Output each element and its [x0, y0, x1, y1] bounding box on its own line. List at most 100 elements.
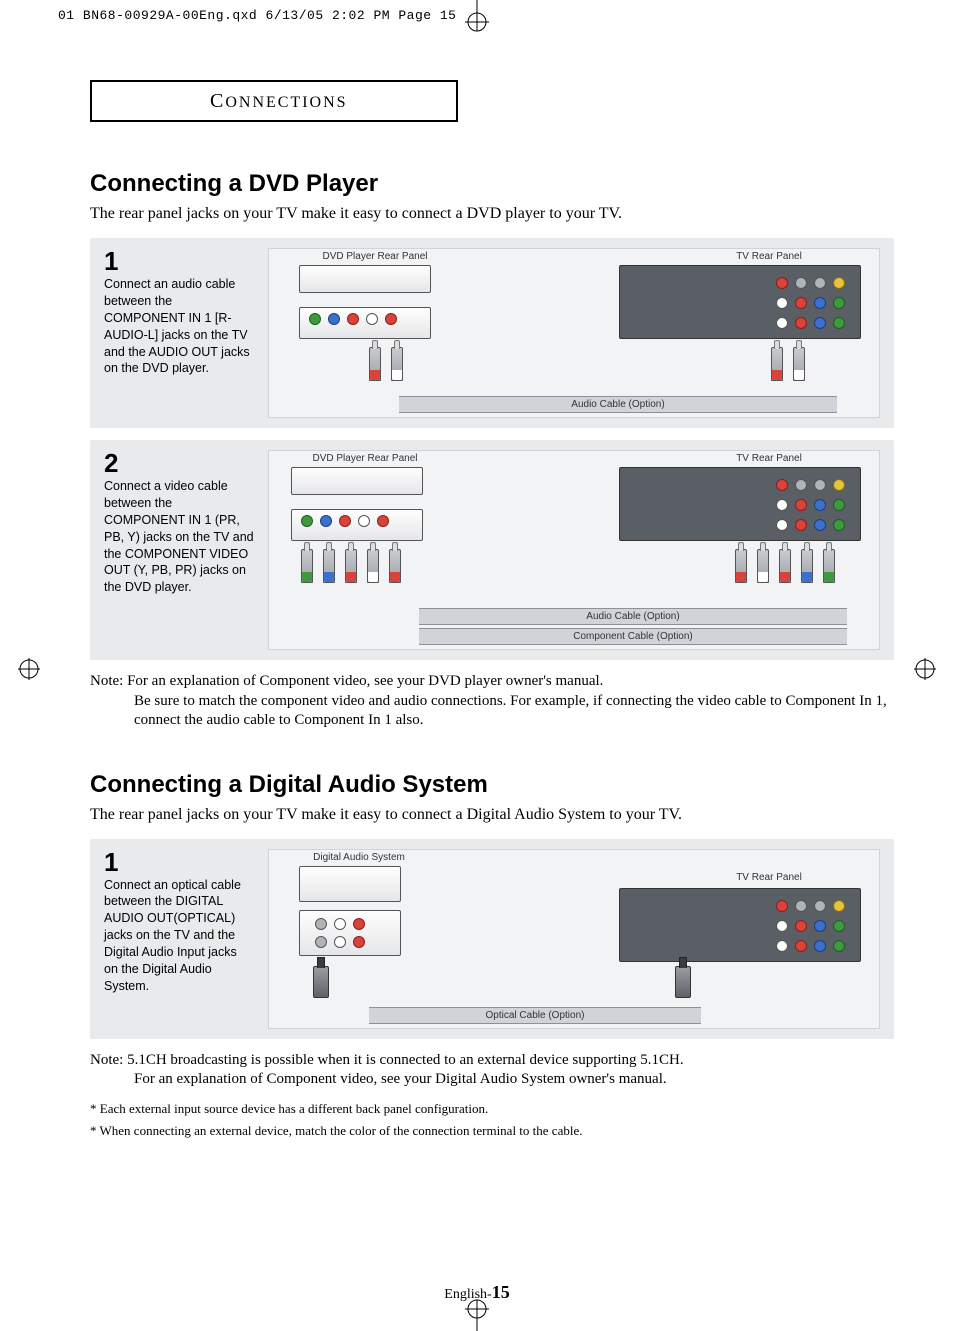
- file-slug: 01 BN68-00929A-00Eng.qxd 6/13/05 2:02 PM…: [58, 8, 456, 23]
- intro-das: The rear panel jacks on your TV make it …: [90, 805, 894, 825]
- section-tab: CONNECTIONS: [90, 80, 458, 122]
- das-step-1-diagram: Digital Audio System TV Rear Panel: [268, 849, 880, 1029]
- intro-dvd: The rear panel jacks on your TV make it …: [90, 204, 894, 224]
- step-number: 1: [104, 248, 254, 274]
- jack-icon: [776, 479, 788, 491]
- jack-icon: [347, 313, 359, 325]
- jack-icon: [833, 920, 845, 932]
- dvd-step-2-panel: 2 Connect a video cable between the COMP…: [90, 440, 894, 660]
- jack-icon: [833, 900, 845, 912]
- rca-plug-icon: [389, 549, 401, 583]
- jack-icon: [301, 515, 313, 527]
- jack-icon: [795, 519, 807, 531]
- jack-icon: [814, 317, 826, 329]
- section-tab-label: CONNECTIONS: [210, 90, 348, 113]
- jack-icon: [795, 499, 807, 511]
- das-unit-icon: [299, 866, 401, 902]
- jack-icon: [833, 940, 845, 952]
- jack-icon: [833, 317, 845, 329]
- jack-icon: [309, 313, 321, 325]
- jack-icon: [814, 297, 826, 309]
- rca-plug-icon: [823, 549, 835, 583]
- jack-icon: [833, 479, 845, 491]
- jack-icon: [795, 940, 807, 952]
- step-text: Connect an audio cable between the COMPO…: [104, 276, 254, 377]
- jack-icon: [776, 940, 788, 952]
- dvd-step-1-panel: 1 Connect an audio cable between the COM…: [90, 238, 894, 428]
- jack-icon: [776, 900, 788, 912]
- jack-icon: [776, 317, 788, 329]
- jack-icon: [814, 920, 826, 932]
- rca-plug-icon: [757, 549, 769, 583]
- rca-plug-icon: [323, 549, 335, 583]
- heading-das: Connecting a Digital Audio System: [90, 771, 894, 799]
- rca-plug-icon: [301, 549, 313, 583]
- jack-icon: [776, 920, 788, 932]
- jack-icon: [814, 479, 826, 491]
- page-number: English-15: [444, 1282, 509, 1303]
- jack-icon: [795, 297, 807, 309]
- heading-dvd: Connecting a DVD Player: [90, 170, 894, 198]
- jack-icon: [814, 900, 826, 912]
- rca-plug-icon: [793, 347, 805, 381]
- jack-icon: [795, 920, 807, 932]
- rca-plug-icon: [801, 549, 813, 583]
- cable-label-audio: Audio Cable (Option): [419, 608, 847, 625]
- footnote-1: * Each external input source device has …: [90, 1100, 894, 1118]
- das-step-1-panel: 1 Connect an optical cable between the D…: [90, 839, 894, 1039]
- jack-icon: [833, 277, 845, 289]
- das-jack-panel-icon: [299, 910, 401, 956]
- step-number: 1: [104, 849, 254, 875]
- rca-plug-icon: [369, 347, 381, 381]
- jack-icon: [334, 918, 346, 930]
- crop-mark-top: [457, 0, 497, 34]
- jack-icon: [814, 499, 826, 511]
- rca-plug-icon: [735, 549, 747, 583]
- jack-icon: [353, 936, 365, 948]
- jack-icon: [795, 900, 807, 912]
- registration-mark-right: [914, 658, 936, 680]
- jack-icon: [320, 515, 332, 527]
- dvd-unit-icon: [291, 467, 423, 495]
- jack-icon: [328, 313, 340, 325]
- rca-plug-icon: [771, 347, 783, 381]
- jack-icon: [385, 313, 397, 325]
- jack-icon: [776, 519, 788, 531]
- footnote-2: * When connecting an external device, ma…: [90, 1122, 894, 1140]
- dvd-step-1-diagram: DVD Player Rear Panel TV Rear Panel: [268, 248, 880, 418]
- note-dvd: Note: For an explanation of Component vi…: [90, 672, 894, 731]
- jack-icon: [795, 479, 807, 491]
- jack-icon: [833, 499, 845, 511]
- dvd-step-2-diagram: DVD Player Rear Panel TV Rear Panel: [268, 450, 880, 650]
- label-tv-rear: TV Rear Panel: [719, 872, 819, 883]
- label-tv-rear: TV Rear Panel: [719, 251, 819, 262]
- jack-icon: [795, 277, 807, 289]
- label-tv-rear: TV Rear Panel: [719, 453, 819, 464]
- jack-icon: [776, 297, 788, 309]
- jack-icon: [795, 317, 807, 329]
- jack-icon: [814, 940, 826, 952]
- jack-icon: [334, 936, 346, 948]
- cable-label-component: Component Cable (Option): [419, 628, 847, 645]
- jack-icon: [776, 277, 788, 289]
- jack-icon: [353, 918, 365, 930]
- step-text: Connect a video cable between the COMPON…: [104, 478, 254, 596]
- registration-mark-left: [18, 658, 40, 680]
- rca-plug-icon: [779, 549, 791, 583]
- jack-icon: [833, 519, 845, 531]
- jack-icon: [814, 277, 826, 289]
- rca-plug-icon: [391, 347, 403, 381]
- step-number: 2: [104, 450, 254, 476]
- jack-icon: [377, 515, 389, 527]
- optical-plug-icon: [313, 966, 329, 998]
- cable-label: Audio Cable (Option): [399, 396, 837, 413]
- dvd-unit-icon: [299, 265, 431, 293]
- rca-plug-icon: [367, 549, 379, 583]
- jack-icon: [358, 515, 370, 527]
- jack-icon: [339, 515, 351, 527]
- jack-icon: [315, 936, 327, 948]
- note-das: Note: 5.1CH broadcasting is possible whe…: [90, 1051, 894, 1090]
- label-dvd-rear: DVD Player Rear Panel: [315, 251, 435, 262]
- rca-plug-icon: [345, 549, 357, 583]
- label-das: Digital Audio System: [299, 852, 419, 863]
